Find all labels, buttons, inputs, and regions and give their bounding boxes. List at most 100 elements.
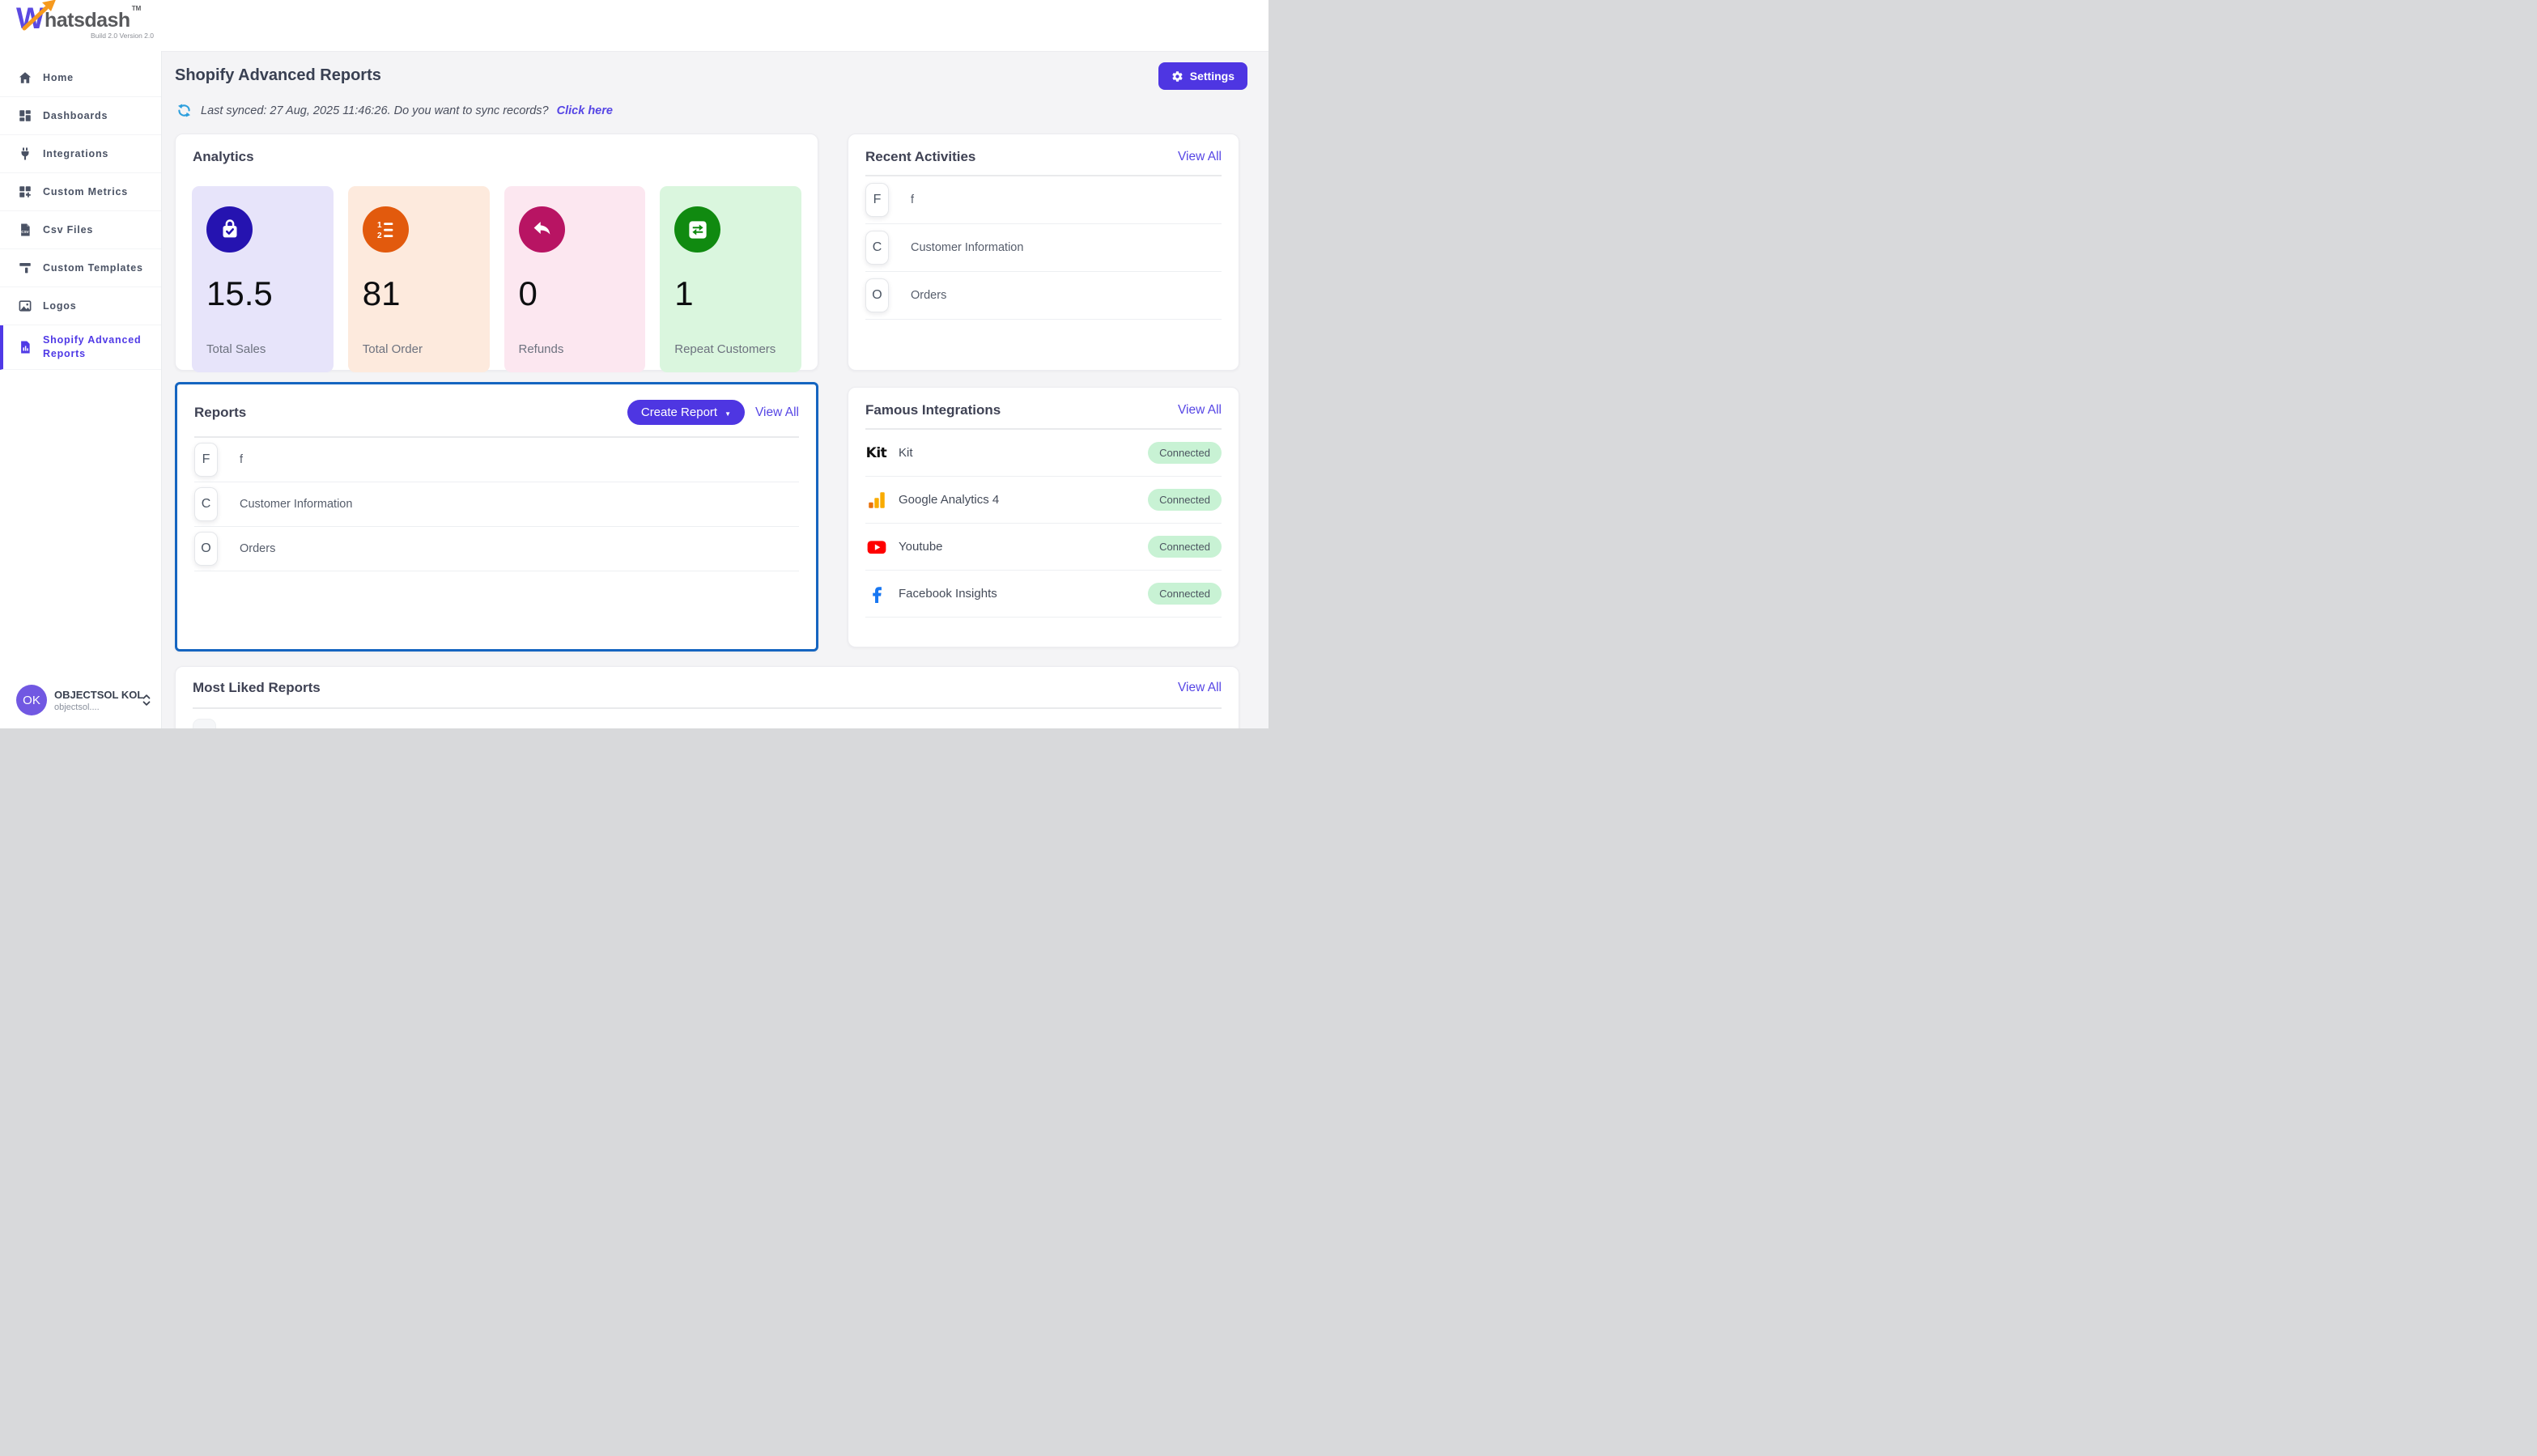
chevron-updown-icon[interactable] [141,693,152,707]
create-report-button[interactable]: Create Report ▼ [627,400,745,425]
svg-text:2: 2 [377,231,382,240]
report-icon [18,340,32,354]
logos-icon [18,299,32,313]
sidebar-item[interactable]: Dashboards [0,97,161,135]
report-letter-badge: O [194,532,218,566]
activity-row[interactable]: C Customer Information [865,224,1222,272]
reports-view-all-link[interactable]: View All [755,405,799,420]
stat-card: 0 Refunds [504,186,646,372]
sidebar-item[interactable]: Home [0,59,161,97]
sidebar-item[interactable]: Logos [0,287,161,325]
settings-button[interactable]: Settings [1158,62,1247,90]
report-label: Orders [240,542,275,555]
status-badge: Connected [1148,442,1222,464]
stat-value: 15.5 [206,277,273,311]
integration-row[interactable]: Google Analytics 4 Connected [865,477,1222,524]
integration-name: Google Analytics 4 [899,493,999,507]
page-title: Shopify Advanced Reports [175,66,381,85]
activity-label: Orders [911,289,946,302]
sidebar-item-label: Csv Files [43,223,93,237]
sidebar-item[interactable]: CSV Csv Files [0,211,161,249]
famous-integrations-view-all-link[interactable]: View All [1178,403,1222,418]
sidebar-item[interactable]: Shopify Advanced Reports [0,325,161,370]
status-badge: Connected [1148,583,1222,605]
stat-label: Repeat Customers [674,342,776,356]
activity-letter-badge: F [865,183,889,217]
sidebar-item[interactable]: Integrations [0,135,161,173]
sidebar-item-label: Shopify Advanced Reports [43,333,153,361]
dashboards-icon [18,108,32,123]
top-bar: W hatsdash TM Build 2.0 Version 2.0 [0,0,1268,51]
stat-value: 0 [519,277,538,311]
ordered-list-icon: 12 [363,206,409,253]
whatsdash-logo: W hatsdash TM Build 2.0 Version 2.0 [16,6,154,40]
most-liked-reports-panel: Most Liked Reports View All [175,666,1239,728]
refresh-icon [176,102,193,119]
sync-status-text: Last synced: 27 Aug, 2025 11:46:26. Do y… [201,104,549,117]
gear-icon [1171,70,1184,83]
integration-name: Kit [899,446,913,460]
integration-name: Youtube [899,540,943,554]
activity-row[interactable]: F f [865,176,1222,224]
analytics-heading: Analytics [193,149,254,165]
csv-files-icon: CSV [18,223,32,237]
stat-card: 12 81 Total Order [348,186,490,372]
facebook-icon [865,583,887,605]
sidebar-item-label: Integrations [43,147,108,161]
activity-letter-badge: C [865,231,889,265]
list-item-badge-cutoff [193,719,216,728]
user-subtitle: objectsol.... [54,703,134,712]
report-row[interactable]: F f [194,438,799,482]
ga4-icon [865,489,887,511]
integrations-list: Kit Kit Connected Google Analytics 4 Con… [865,430,1222,618]
reports-list: F f C Customer Information O Orders [194,438,799,571]
stat-value: 81 [363,277,401,311]
user-account-button[interactable]: OK OBJECTSOL KOL objectsol.... [0,678,162,722]
logo-trademark: TM [132,6,142,12]
report-letter-badge: F [194,443,218,477]
status-badge: Connected [1148,536,1222,558]
svg-text:1: 1 [377,220,382,229]
sidebar-menu: Home Dashboards Integrations Custom Metr… [0,51,161,370]
stat-card: 1 Repeat Customers [660,186,801,372]
sidebar-item-label: Dashboards [43,109,108,123]
famous-integrations-panel: Famous Integrations View All Kit Kit Con… [848,387,1239,647]
activity-label: f [911,193,914,206]
custom-metrics-icon [18,185,32,199]
analytics-panel: Analytics 15.5 Total Sales 12 81 Total O… [175,134,818,371]
report-label: f [240,453,243,466]
custom-templates-icon [18,261,32,275]
integration-row[interactable]: Facebook Insights Connected [865,571,1222,618]
recent-activities-panel: Recent Activities View All F f C Custome… [848,134,1239,371]
reports-panel: Reports Create Report ▼ View All F f C C… [175,382,818,652]
most-liked-view-all-link[interactable]: View All [1178,681,1222,695]
sync-click-here-link[interactable]: Click here [557,104,613,117]
stat-label: Refunds [519,342,564,356]
app-page: W hatsdash TM Build 2.0 Version 2.0 Home… [0,0,1268,728]
integration-row[interactable]: Youtube Connected [865,524,1222,571]
reply-arrow-icon [519,206,565,253]
recent-activities-view-all-link[interactable]: View All [1178,150,1222,164]
divider [193,707,1222,709]
sidebar-item-label: Logos [43,299,77,313]
sidebar-item[interactable]: Custom Metrics [0,173,161,211]
stat-value: 1 [674,277,693,311]
integration-row[interactable]: Kit Kit Connected [865,430,1222,477]
report-row[interactable]: O Orders [194,527,799,571]
avatar: OK [16,685,47,715]
famous-integrations-heading: Famous Integrations [865,402,1001,418]
sidebar-item-label: Custom Templates [43,261,143,275]
kit-icon: Kit [865,442,887,464]
sidebar-item-label: Home [43,71,74,85]
bag-check-icon [206,206,253,253]
home-icon [18,70,32,85]
status-badge: Connected [1148,489,1222,511]
integration-name: Facebook Insights [899,587,997,601]
report-row[interactable]: C Customer Information [194,482,799,527]
stat-label: Total Order [363,342,423,356]
logo-wordmark: hatsdash [45,11,130,31]
stat-label: Total Sales [206,342,266,356]
sidebar-item[interactable]: Custom Templates [0,249,161,287]
integrations-icon [18,146,32,161]
activity-row[interactable]: O Orders [865,272,1222,320]
